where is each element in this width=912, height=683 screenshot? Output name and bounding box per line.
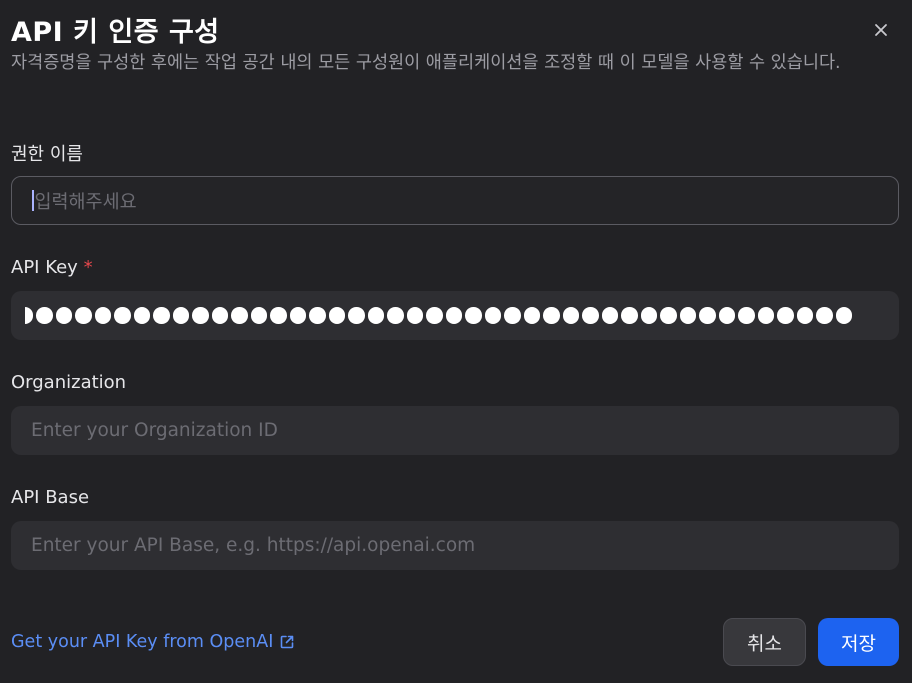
dialog-description: 자격증명을 구성한 후에는 작업 공간 내의 모든 구성원이 애플리케이션을 조… xyxy=(11,53,841,73)
mask-dot xyxy=(523,307,540,324)
mask-dot xyxy=(777,307,794,324)
mask-dot xyxy=(679,307,696,324)
organization-input-placeholder: Enter your Organization ID xyxy=(31,420,278,441)
mask-dot xyxy=(231,307,248,324)
mask-dot xyxy=(738,307,755,324)
mask-dot xyxy=(367,307,384,324)
masked-value xyxy=(25,307,852,324)
mask-dot xyxy=(640,307,657,324)
organization-input[interactable]: Enter your Organization ID xyxy=(11,406,899,455)
api-key-label-text: API Key xyxy=(11,257,78,278)
external-link-icon xyxy=(281,635,294,649)
save-button[interactable]: 저장 xyxy=(818,618,899,666)
mask-dot xyxy=(445,307,462,324)
mask-dot xyxy=(36,307,53,324)
mask-dot xyxy=(387,307,404,324)
mask-dot xyxy=(25,307,33,324)
mask-dot xyxy=(133,307,150,324)
name-field-label: 권한 이름 xyxy=(11,144,83,165)
mask-dot xyxy=(504,307,521,324)
api-key-input[interactable] xyxy=(11,291,899,340)
api-base-field-label: API Base xyxy=(11,487,90,508)
organization-field-label: Organization xyxy=(11,372,127,393)
mask-dot xyxy=(250,307,267,324)
api-key-field-label: API Key * xyxy=(11,257,93,278)
mask-dot xyxy=(757,307,774,324)
get-api-key-link-text: Get your API Key from OpenAI xyxy=(11,632,274,652)
mask-dot xyxy=(348,307,365,324)
mask-dot xyxy=(114,307,131,324)
mask-dot xyxy=(465,307,482,324)
close-button[interactable] xyxy=(869,18,893,42)
mask-dot xyxy=(289,307,306,324)
mask-dot xyxy=(543,307,560,324)
mask-dot xyxy=(484,307,501,324)
name-input-placeholder: 입력해주세요 xyxy=(34,191,137,213)
mask-dot xyxy=(55,307,72,324)
mask-dot xyxy=(153,307,170,324)
dialog-title: API 키 인증 구성 xyxy=(11,17,220,48)
mask-dot xyxy=(172,307,189,324)
mask-dot xyxy=(211,307,228,324)
mask-dot xyxy=(94,307,111,324)
text-caret xyxy=(32,190,34,211)
api-key-config-dialog: API 키 인증 구성 자격증명을 구성한 후에는 작업 공간 내의 모든 구성… xyxy=(0,0,912,683)
mask-dot xyxy=(426,307,443,324)
mask-dot xyxy=(562,307,579,324)
get-api-key-link[interactable]: Get your API Key from OpenAI xyxy=(11,632,295,652)
mask-dot xyxy=(835,307,852,324)
mask-dot xyxy=(582,307,599,324)
mask-dot xyxy=(816,307,833,324)
mask-dot xyxy=(309,307,326,324)
mask-dot xyxy=(660,307,677,324)
mask-dot xyxy=(406,307,423,324)
mask-dot xyxy=(601,307,618,324)
mask-dot xyxy=(796,307,813,324)
close-icon xyxy=(875,24,887,36)
mask-dot xyxy=(75,307,92,324)
api-base-input[interactable]: Enter your API Base, e.g. https://api.op… xyxy=(11,521,899,570)
api-base-input-placeholder: Enter your API Base, e.g. https://api.op… xyxy=(31,535,476,556)
mask-dot xyxy=(699,307,716,324)
mask-dot xyxy=(328,307,345,324)
required-mark: * xyxy=(83,257,93,278)
mask-dot xyxy=(192,307,209,324)
mask-dot xyxy=(270,307,287,324)
name-input[interactable]: 입력해주세요 xyxy=(11,176,899,225)
mask-dot xyxy=(621,307,638,324)
cancel-button[interactable]: 취소 xyxy=(723,618,806,666)
mask-dot xyxy=(718,307,735,324)
